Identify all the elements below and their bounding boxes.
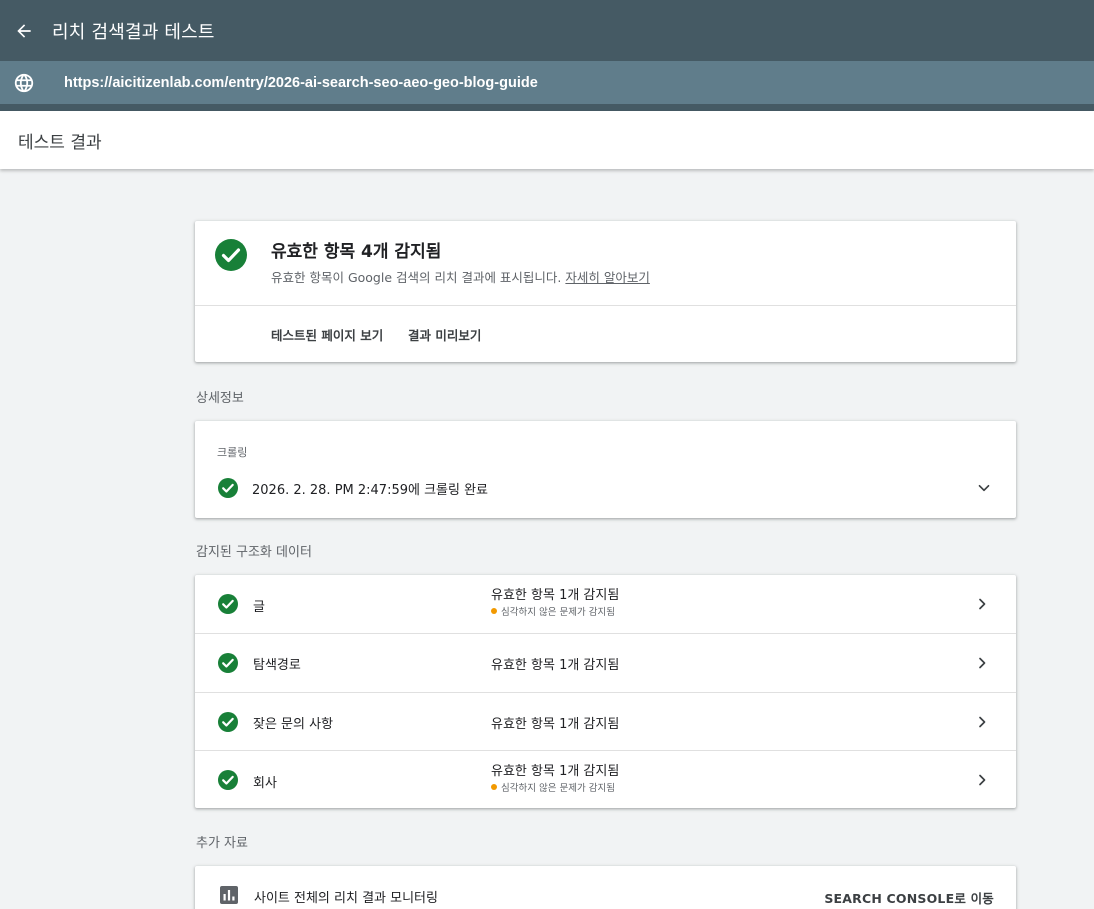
chevron-right-icon <box>979 716 986 728</box>
check-circle-icon <box>218 594 238 614</box>
section-label-more: 추가 자료 <box>196 836 248 851</box>
check-circle-icon <box>218 770 238 790</box>
check-circle-icon <box>218 712 238 732</box>
structured-data-card: 글 유효한 항목 1개 감지됨 심각하지 않은 문제가 감지됨 탐색경로 유효한… <box>195 575 1016 808</box>
structured-data-warning: 심각하지 않은 문제가 감지됨 <box>491 780 615 794</box>
app-title: 리치 검색결과 테스트 <box>52 21 215 43</box>
structured-data-status: 유효한 항목 1개 감지됨 <box>491 717 620 732</box>
structured-data-warning-text: 심각하지 않은 문제가 감지됨 <box>501 783 615 794</box>
arrow-back-icon <box>17 23 31 38</box>
structured-data-row-breadcrumb[interactable]: 탐색경로 유효한 항목 1개 감지됨 <box>195 633 1016 691</box>
summary-description-text: 유효한 항목이 Google 검색의 리치 결과에 표시됩니다. <box>271 270 562 285</box>
go-to-search-console-link[interactable]: SEARCH CONSOLE로 이동 <box>824 888 994 907</box>
results-header: 테스트 결과 <box>0 111 1094 169</box>
crawl-card: 크롤링 2026. 2. 28. PM 2:47:59에 크롤링 완료 <box>195 421 1016 518</box>
section-label-detected: 감지된 구조화 데이터 <box>196 545 312 560</box>
warning-dot-icon <box>491 608 497 614</box>
chevron-right-icon <box>979 598 986 610</box>
tested-url[interactable]: https://aicitizenlab.com/entry/2026-ai-s… <box>64 75 538 91</box>
structured-data-warning: 심각하지 않은 문제가 감지됨 <box>491 604 615 618</box>
chevron-down-icon[interactable] <box>976 480 992 496</box>
globe-icon <box>0 72 48 94</box>
divider <box>195 305 1016 306</box>
structured-data-status: 유효한 항목 1개 감지됨 <box>491 658 620 673</box>
structured-data-row-organization[interactable]: 회사 유효한 항목 1개 감지됨 심각하지 않은 문제가 감지됨 <box>195 750 1016 808</box>
check-circle-icon <box>218 653 238 673</box>
structured-data-name: 잦은 문의 사항 <box>253 717 334 732</box>
structured-data-row-article[interactable]: 글 유효한 항목 1개 감지됨 심각하지 않은 문제가 감지됨 <box>195 575 1016 633</box>
view-tested-page-button[interactable]: 테스트된 페이지 보기 <box>271 325 383 344</box>
structured-data-name: 회사 <box>253 776 277 791</box>
results-title: 테스트 결과 <box>18 132 102 153</box>
summary-title: 유효한 항목 4개 감지됨 <box>271 242 442 262</box>
app-bar: 리치 검색결과 테스트 <box>0 0 1094 61</box>
back-button[interactable] <box>0 7 50 55</box>
monitor-card: 사이트 전체의 리치 결과 모니터링 SEARCH CONSOLE로 이동 <box>195 866 1016 909</box>
check-circle-icon <box>215 239 247 271</box>
structured-data-name: 글 <box>253 600 265 615</box>
crawl-status-row[interactable]: 2026. 2. 28. PM 2:47:59에 크롤링 완료 <box>195 471 1016 505</box>
summary-card: 유효한 항목 4개 감지됨 유효한 항목이 Google 검색의 리치 결과에 … <box>195 221 1016 362</box>
structured-data-name: 탐색경로 <box>253 658 301 673</box>
urlbar-divider <box>0 104 1094 111</box>
summary-description: 유효한 항목이 Google 검색의 리치 결과에 표시됩니다. 자세히 알아보… <box>271 267 650 286</box>
warning-dot-icon <box>491 784 497 790</box>
structured-data-status: 유효한 항목 1개 감지됨 <box>491 764 620 779</box>
preview-results-button[interactable]: 결과 미리보기 <box>408 325 481 344</box>
crawl-status-text: 2026. 2. 28. PM 2:47:59에 크롤링 완료 <box>252 482 489 498</box>
crawl-label: 크롤링 <box>217 446 248 459</box>
chevron-right-icon <box>979 774 986 786</box>
url-bar: https://aicitizenlab.com/entry/2026-ai-s… <box>0 61 1094 104</box>
chevron-right-icon <box>979 657 986 669</box>
section-label-details: 상세정보 <box>196 391 244 406</box>
learn-more-link[interactable]: 자세히 알아보기 <box>565 270 649 285</box>
structured-data-row-faq[interactable]: 잦은 문의 사항 유효한 항목 1개 감지됨 <box>195 692 1016 750</box>
check-circle-icon <box>218 478 238 498</box>
monitor-title: 사이트 전체의 리치 결과 모니터링 <box>254 891 438 906</box>
bar-chart-icon <box>220 886 238 904</box>
structured-data-warning-text: 심각하지 않은 문제가 감지됨 <box>501 607 615 618</box>
structured-data-status: 유효한 항목 1개 감지됨 <box>491 588 620 603</box>
